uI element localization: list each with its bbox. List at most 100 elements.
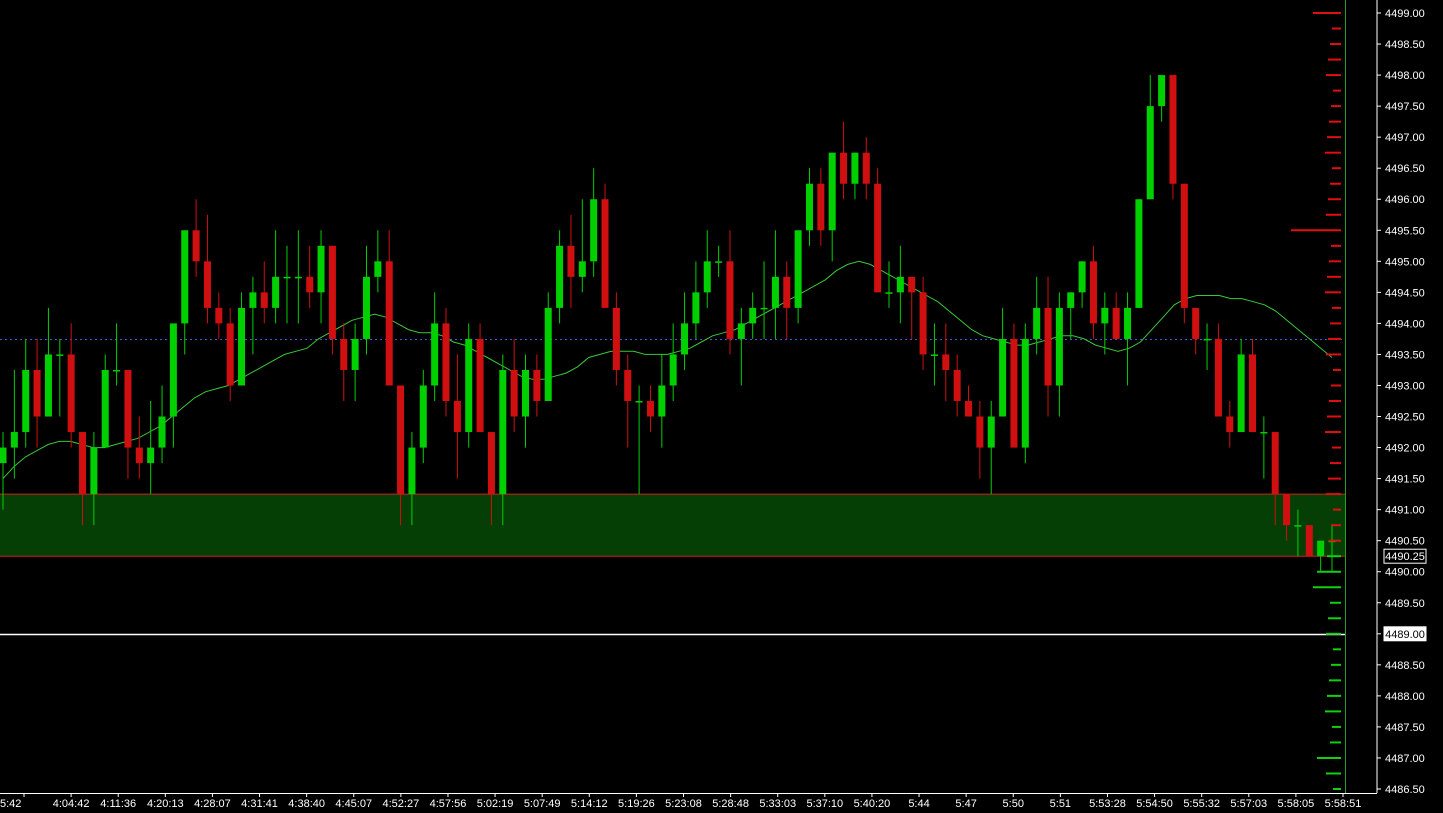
price-tick-label: 4496.50 [1385, 163, 1425, 175]
candle-body [965, 401, 973, 417]
candle-body [476, 338, 484, 433]
time-tick-label: 5:28:48 [712, 798, 749, 810]
candle-body [805, 183, 813, 231]
price-tick-label: 4488.50 [1385, 660, 1425, 672]
candle-body [419, 385, 427, 448]
candle [465, 323, 473, 448]
candle-body [362, 276, 370, 339]
time-tick-label: 5:19:26 [618, 798, 655, 810]
price-tick-label: 4490.50 [1385, 536, 1425, 548]
candle [1305, 525, 1313, 557]
candle-body [1124, 307, 1132, 339]
candle-body [465, 338, 473, 433]
chart-background [0, 0, 1443, 813]
candle-body [487, 432, 495, 495]
candle-body [1192, 307, 1200, 339]
price-tick-label: 4493.50 [1385, 349, 1425, 361]
time-tick-label: 5:58:05 [1278, 798, 1315, 810]
candle-body [101, 369, 109, 448]
zone-fill [0, 494, 1345, 557]
candle-body [601, 199, 609, 308]
candle-body [1158, 75, 1166, 107]
time-tick-label: 4:45:07 [335, 798, 372, 810]
candle-body [44, 354, 52, 417]
time-tick-label: 4:20:13 [147, 798, 184, 810]
candle-body [328, 245, 336, 339]
candle-body [1248, 354, 1256, 433]
candle-body [33, 369, 41, 417]
price-tick-label: 4491.50 [1385, 474, 1425, 486]
candle-body [749, 307, 757, 324]
candle-body [544, 307, 552, 401]
candle-body [22, 369, 30, 433]
time-tick-label: 4:31:41 [241, 798, 278, 810]
candle-body [578, 261, 586, 277]
candle [1169, 75, 1177, 200]
candle-body [635, 401, 643, 403]
candle-body [374, 261, 382, 277]
price-tick-label: 4493.00 [1385, 380, 1425, 392]
candle-body [1237, 354, 1245, 433]
candle-body [10, 432, 18, 448]
price-tick-label: 4488.00 [1385, 691, 1425, 703]
time-axis[interactable]: 5:42 4:04:42 4:11:36 4:20:13 4:28:07 4:31:41 4… [0, 793, 1443, 813]
candle-body [385, 261, 393, 386]
candle [1180, 183, 1188, 324]
candle-body [317, 245, 325, 293]
candle-body [1169, 75, 1177, 184]
candle-body [567, 245, 575, 277]
candle-body [1044, 307, 1052, 386]
candle-body [885, 292, 893, 294]
candle-body [397, 385, 405, 495]
candle-body [1214, 338, 1222, 417]
reference-line-tag-label: 4489.00 [1385, 629, 1425, 641]
candle-body [942, 354, 950, 370]
time-tick-label: 5:47 [955, 798, 976, 810]
time-tick-label: 5:50 [1003, 798, 1024, 810]
time-tick-label: 5:37:10 [806, 798, 843, 810]
candle-body [1101, 307, 1109, 324]
candle-body [681, 323, 689, 355]
candle-body [828, 152, 836, 231]
candle-body [124, 369, 132, 448]
time-tick-label: 4:28:07 [194, 798, 231, 810]
candle-body [896, 276, 904, 293]
candle-body [1067, 292, 1075, 308]
current-price-tag: 4490.25 [1383, 548, 1427, 564]
price-chart[interactable]: 4499.00 4498.50 4498.00 4497.50 4497.00 4496.… [0, 0, 1443, 813]
candle-body [1078, 261, 1086, 293]
candle-body [0, 447, 7, 464]
candle-body [999, 338, 1007, 417]
candle-body [510, 369, 518, 417]
candle-body [249, 292, 257, 308]
candle-body [817, 183, 825, 231]
price-tick-label: 4498.00 [1385, 70, 1425, 82]
time-tick-label: 5:07:49 [524, 798, 561, 810]
candle-body [442, 323, 450, 401]
candle-body [181, 230, 189, 324]
candle-body [726, 261, 734, 339]
candle-body [624, 369, 632, 401]
candle-body [1260, 432, 1268, 434]
candle-body [692, 292, 700, 324]
candle-body [1112, 307, 1120, 339]
candle-body [1226, 416, 1234, 433]
price-tick-label: 4495.50 [1385, 225, 1425, 237]
candle-body [851, 152, 859, 184]
candle-body [431, 323, 439, 386]
time-tick-label: 5:53:28 [1089, 798, 1126, 810]
candle-body [340, 338, 348, 370]
candle-body [669, 354, 677, 386]
candle-body [238, 307, 246, 386]
candle-body [113, 369, 121, 372]
candle-body [522, 369, 530, 417]
candle-body [283, 276, 291, 279]
price-tick-label: 4491.00 [1385, 505, 1425, 517]
time-tick-label: 4:11:36 [100, 798, 136, 810]
current-price-tag-label: 4490.25 [1385, 551, 1425, 563]
candle-body [646, 401, 654, 417]
candle-body [590, 199, 598, 262]
candle [544, 292, 552, 401]
price-tick-label: 4494.00 [1385, 318, 1425, 330]
price-tick-label: 4497.50 [1385, 101, 1425, 113]
